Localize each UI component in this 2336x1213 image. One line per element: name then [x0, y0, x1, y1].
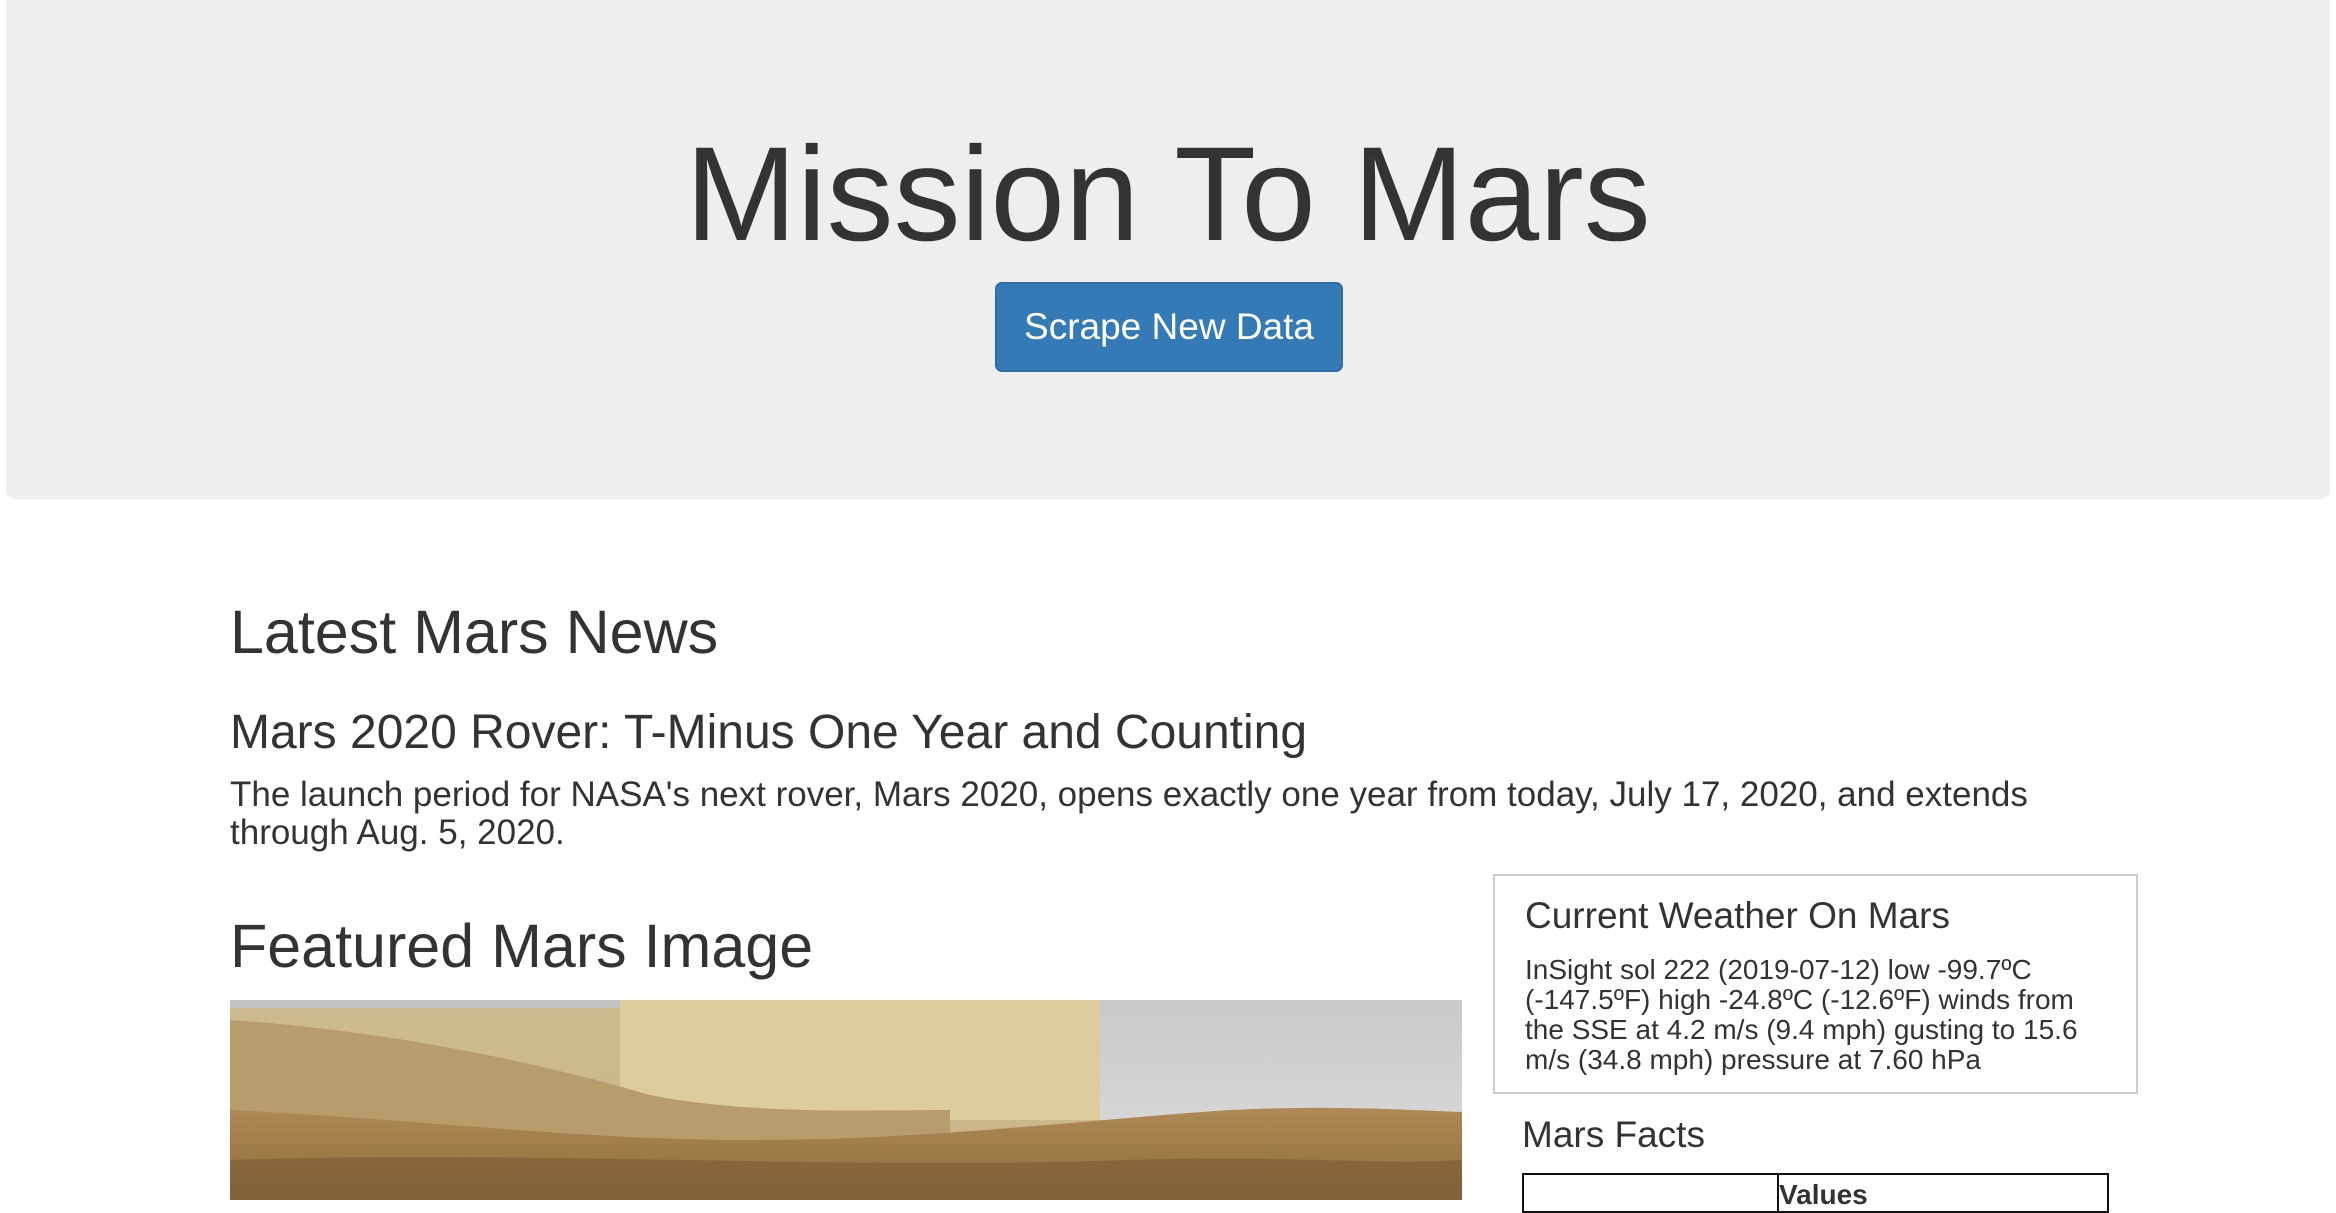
- facts-column-header-blank: [1522, 1173, 1779, 1213]
- page-title: Mission To Mars: [685, 120, 1651, 269]
- facts-column-header-values: Values: [1777, 1173, 2109, 1213]
- mars-facts-table: Values: [1522, 1173, 2109, 1213]
- weather-panel: Current Weather On Mars InSight sol 222 …: [1493, 874, 2138, 1094]
- weather-heading: Current Weather On Mars: [1525, 895, 1950, 936]
- news-paragraph: The launch period for NASA's next rover,…: [230, 775, 2028, 852]
- facts-table-header-row: Values: [1522, 1173, 2109, 1213]
- mars-landscape-photo: [230, 1000, 1462, 1200]
- weather-text: InSight sol 222 (2019-07-12) low -99.7ºC…: [1525, 954, 2078, 1075]
- featured-mars-image: [230, 1000, 1462, 1200]
- mars-facts-heading: Mars Facts: [1522, 1114, 1705, 1155]
- latest-news-heading: Latest Mars News: [230, 598, 719, 666]
- featured-image-heading: Featured Mars Image: [230, 912, 814, 980]
- scrape-new-data-button[interactable]: Scrape New Data: [995, 282, 1343, 372]
- news-title: Mars 2020 Rover: T-Minus One Year and Co…: [230, 706, 1308, 759]
